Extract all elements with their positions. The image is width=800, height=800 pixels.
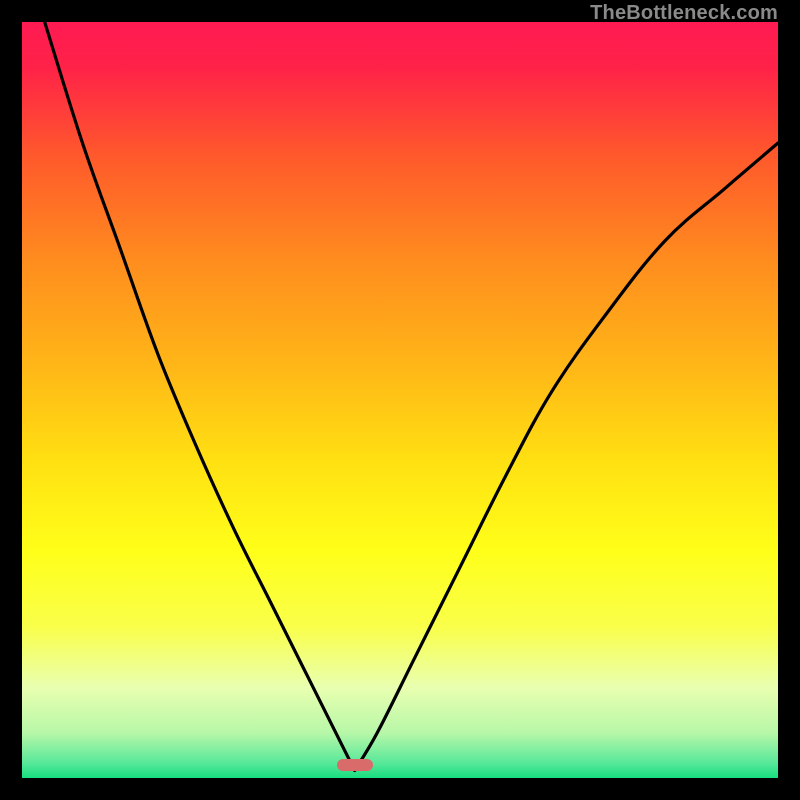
optimum-marker [337, 759, 373, 771]
chart-svg [22, 22, 778, 778]
gradient-background [22, 22, 778, 778]
chart-frame: TheBottleneck.com [0, 0, 800, 800]
right-curve [355, 143, 778, 770]
left-curve [45, 22, 355, 770]
plot-area [22, 22, 778, 778]
